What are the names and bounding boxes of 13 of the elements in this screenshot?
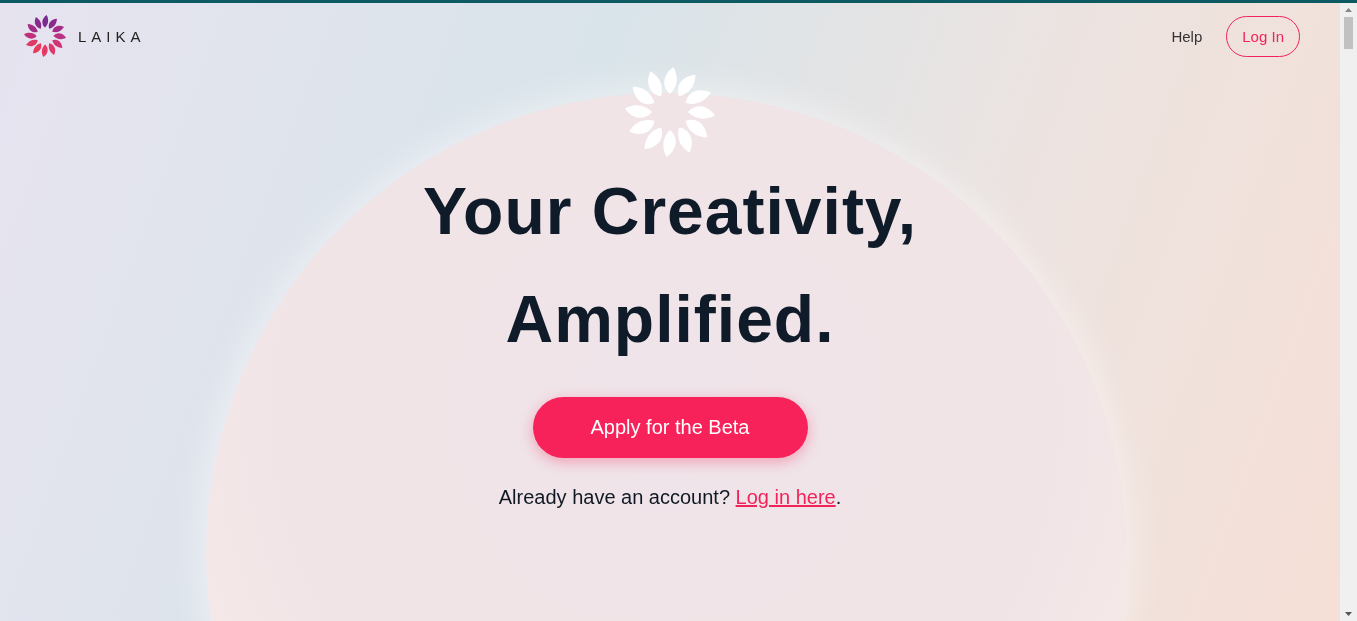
apply-button[interactable]: Apply for the Beta [532,397,808,458]
help-link[interactable]: Help [1171,27,1203,45]
headline: Amplified. [504,281,836,358]
login-prompt: Already have an account? Log in here. [498,486,842,509]
scrollbar-thumb[interactable] [1344,17,1353,49]
headline: Your Creativity, [423,173,917,250]
scrollbar[interactable] [1340,3,1357,621]
flower-icon [625,67,715,157]
scroll-down-icon[interactable] [1344,611,1353,617]
scroll-up-icon[interactable] [1344,7,1353,13]
brand-name: LAIKA [78,27,146,45]
flower-logo-icon [24,15,66,57]
login-link[interactable]: Log in here [735,486,836,508]
